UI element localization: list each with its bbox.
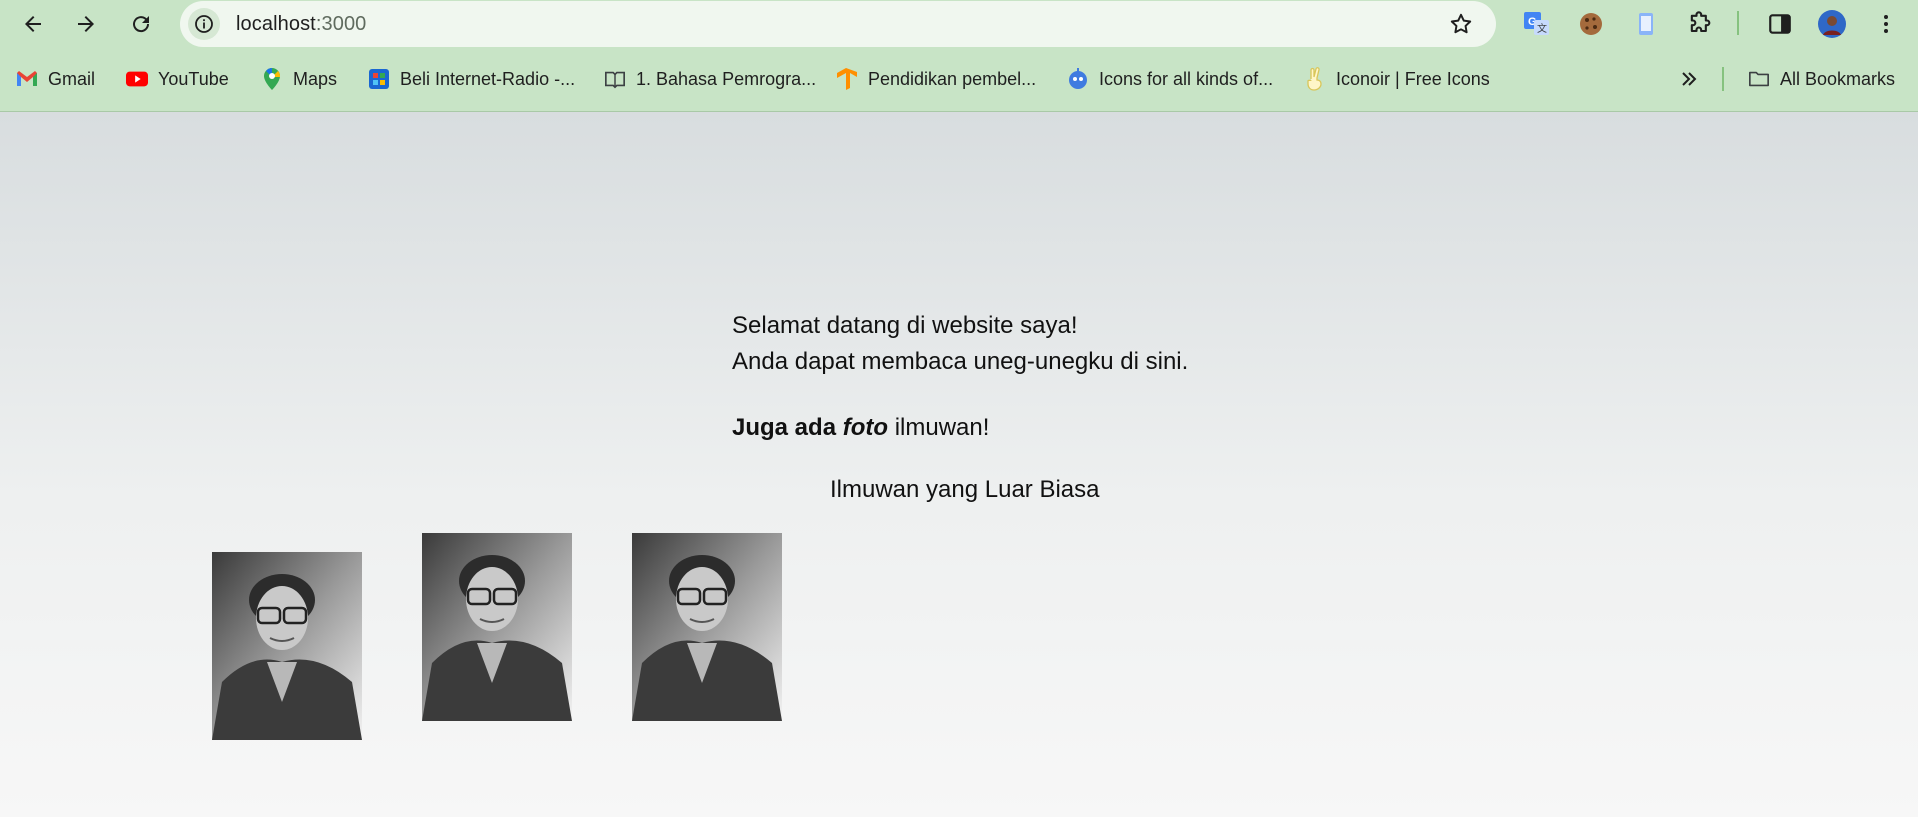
read-line: Anda dapat membaca uneg-unegku di sini.: [732, 348, 1189, 375]
bookmark-label: Beli Internet-Radio -...: [400, 68, 576, 89]
maps-icon: [261, 68, 283, 90]
forward-button[interactable]: [68, 6, 104, 42]
bookmark-label: Maps: [293, 68, 338, 89]
url-text[interactable]: localhost:3000: [236, 13, 366, 36]
sidepanel-icon[interactable]: [1764, 8, 1796, 40]
highlight-bold-italic: foto: [842, 414, 889, 441]
gmail-icon: [16, 68, 38, 90]
page-viewport: Selamat datang di website saya! Anda dap…: [0, 112, 1918, 817]
bookmark-iconoir[interactable]: Iconoir | Free Icons: [1304, 63, 1490, 95]
scientist-photo-2: [422, 533, 572, 721]
bookmark-label: Iconoir | Free Icons: [1336, 68, 1490, 89]
bookmark-label: Pendidikan pembel...: [868, 68, 1037, 89]
browser-toolbar: localhost:3000 G文 Gmail YouTube Maps Bel…: [0, 0, 1918, 112]
bookmark-star-icon[interactable]: [1448, 11, 1474, 37]
bookmark-pendidikan[interactable]: Pendidikan pembel...: [836, 63, 1036, 95]
double-chevron-right-icon: [1678, 68, 1700, 90]
book-icon: [604, 68, 626, 90]
puzzle-icon[interactable]: [1684, 8, 1716, 40]
folder-icon: [1748, 68, 1770, 90]
url-host: localhost: [236, 13, 316, 35]
url-port: :3000: [315, 13, 367, 35]
cookie-icon[interactable]: [1575, 8, 1607, 40]
bookmark-youtube[interactable]: YouTube: [126, 63, 229, 95]
bookmark-label: 1. Bahasa Pemrogra...: [636, 68, 817, 89]
all-bookmarks-button[interactable]: All Bookmarks: [1748, 63, 1895, 95]
address-bar[interactable]: localhost:3000: [180, 1, 1496, 47]
bookmark-gmail[interactable]: Gmail: [16, 63, 95, 95]
kebab-menu-icon[interactable]: [1870, 8, 1902, 40]
peace-hand-icon: [1304, 67, 1326, 91]
bookmark-maps[interactable]: Maps: [261, 63, 337, 95]
arrow-left-icon: [25, 16, 41, 32]
bookmark-internet-radio[interactable]: Beli Internet-Radio -...: [368, 63, 575, 95]
avatar[interactable]: [1816, 8, 1848, 40]
bookmark-label: Gmail: [48, 68, 96, 89]
bookmark-label: YouTube: [158, 68, 229, 89]
all-bookmarks-label: All Bookmarks: [1780, 68, 1896, 89]
arrow-right-icon: [78, 16, 94, 32]
bookmark-label: Icons for all kinds of...: [1099, 68, 1274, 89]
scientist-photo-1: [212, 552, 362, 740]
reload-button[interactable]: [123, 6, 159, 42]
bookmarks-divider: [1722, 67, 1724, 91]
bookmark-bahasa-pemrograman[interactable]: 1. Bahasa Pemrogra...: [604, 63, 816, 95]
translate-icon[interactable]: G文: [1521, 8, 1553, 40]
reload-icon: [133, 16, 150, 33]
toolbar-divider: [1737, 11, 1739, 35]
store-icon: [368, 68, 390, 90]
highlight-rest: ilmuwan!: [894, 414, 990, 441]
tensorflow-icon: [836, 68, 858, 90]
device-icon[interactable]: [1630, 8, 1662, 40]
scientist-photo-3: [632, 533, 782, 721]
welcome-line: Selamat datang di website saya!: [732, 312, 1078, 339]
svg-text:文: 文: [1537, 22, 1547, 35]
robot-icon: [1067, 68, 1089, 90]
bookmark-icons-all-kinds[interactable]: Icons for all kinds of...: [1067, 63, 1273, 95]
bookmarks-overflow-button[interactable]: [1678, 63, 1700, 95]
site-info-icon[interactable]: [188, 8, 220, 40]
intro-text: Selamat datang di website saya! Anda dap…: [732, 308, 1188, 380]
highlight-text: Juga ada foto ilmuwan!: [732, 414, 989, 442]
gallery-caption: Ilmuwan yang Luar Biasa: [830, 476, 1100, 503]
youtube-icon: [126, 68, 148, 90]
highlight-bold: Juga ada: [732, 414, 837, 441]
back-button[interactable]: [15, 6, 51, 42]
